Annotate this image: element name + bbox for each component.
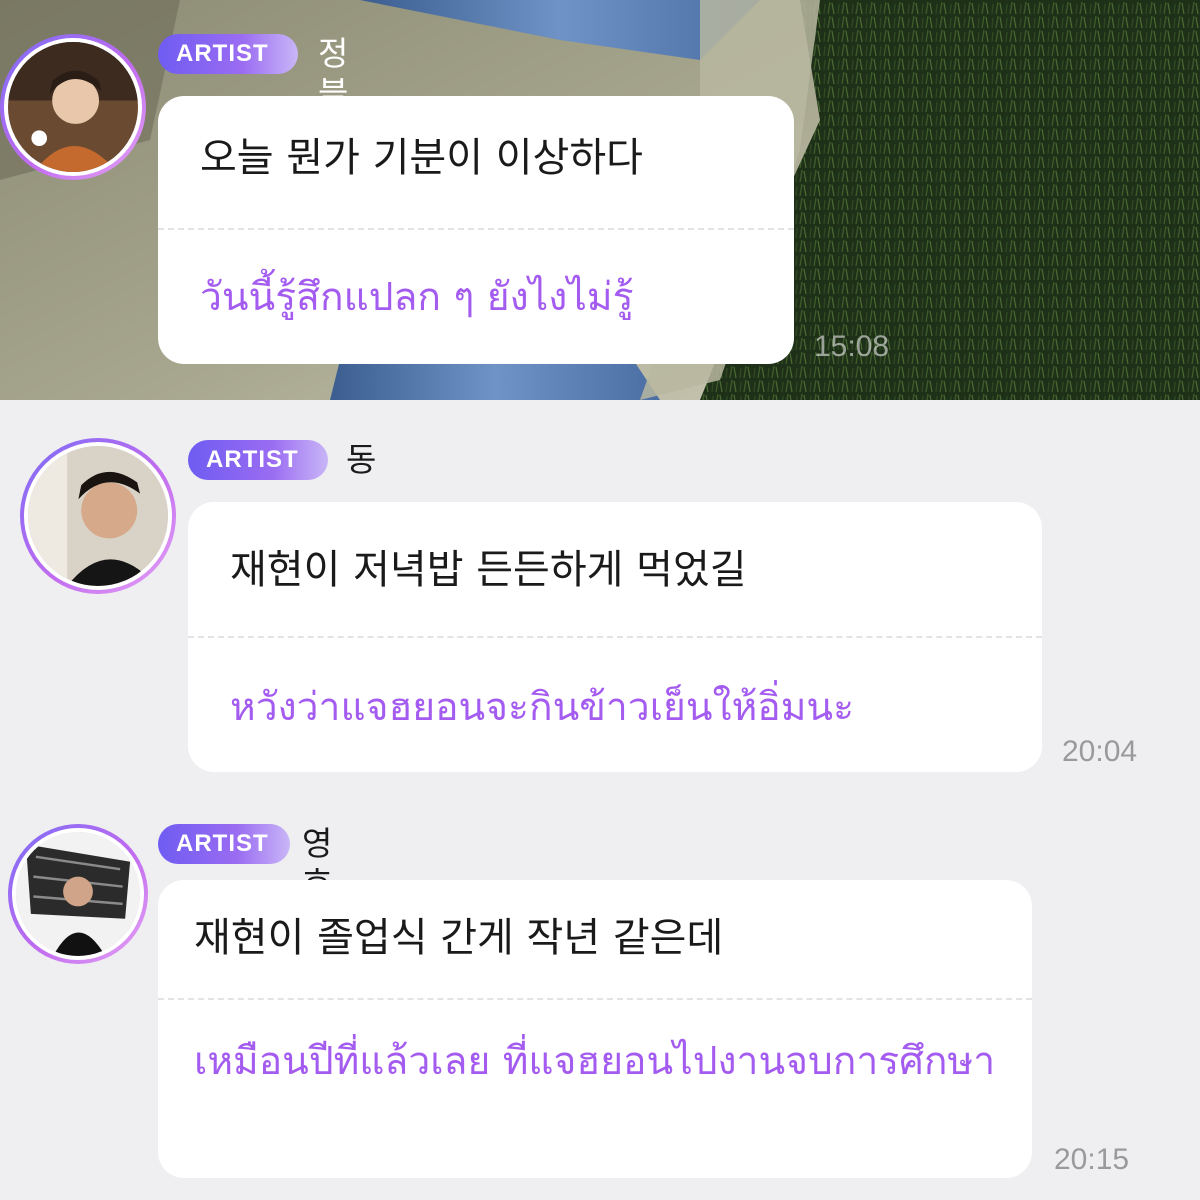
profile-photo-icon	[4, 38, 142, 176]
translated-message-text: หวังว่าแจฮยอนจะกินข้าวเย็นให้อิ่มนะ	[230, 685, 855, 730]
profile-photo-icon	[12, 828, 144, 960]
message-timestamp: 20:04	[1062, 735, 1138, 768]
message-timestamp: 15:08	[814, 330, 890, 363]
original-message-text: 재현이 졸업식 간게 작년 같은데	[194, 915, 724, 961]
sender-avatar[interactable]	[8, 824, 148, 964]
translated-message-text: เหมือนปีที่แล้วเลย ที่แจฮยอนไปงานจบการศึ…	[194, 1039, 996, 1084]
translation-divider	[158, 228, 794, 230]
artist-badge: ARTIST	[158, 34, 298, 74]
message-timestamp: 20:15	[1054, 1143, 1130, 1176]
message-bubble[interactable]: 오늘 뭔가 기분이 이상하다 วันนี้รู้สึกแปลก ๆ ยังไงไ…	[158, 96, 794, 364]
original-message-text: 재현이 저녁밥 든든하게 먹었길	[230, 547, 747, 593]
translation-divider	[188, 636, 1042, 638]
sender-name[interactable]: 동	[346, 440, 376, 480]
original-message-text: 오늘 뭔가 기분이 이상하다	[200, 135, 643, 181]
artist-badge: ARTIST	[158, 824, 290, 864]
sender-avatar[interactable]	[0, 34, 146, 180]
message-bubble[interactable]: 재현이 저녁밥 든든하게 먹었길 หวังว่าแจฮยอนจะกินข้าวเ…	[188, 502, 1042, 772]
artist-badge: ARTIST	[188, 440, 328, 480]
chat-screenshot-collage: ARTIST 정블리 오늘 뭔가 기분이 이상하다 วันนี้รู้สึกแป…	[0, 0, 1200, 1200]
translated-message-text: วันนี้รู้สึกแปลก ๆ ยังไงไม่รู้	[200, 275, 634, 320]
translation-divider	[158, 998, 1032, 1000]
profile-photo-icon	[24, 442, 172, 590]
chat-panel-1: ARTIST 정블리 오늘 뭔가 기분이 이상하다 วันนี้รู้สึกแป…	[0, 0, 1200, 400]
sender-avatar[interactable]	[20, 438, 176, 594]
chat-panel-2: ARTIST 동 재현이 저녁밥 든든하게 먹었길 หวังว่าแจฮยอนจ…	[0, 400, 1200, 1200]
message-bubble[interactable]: 재현이 졸업식 간게 작년 같은데 เหมือนปีที่แล้วเลย ที่…	[158, 880, 1032, 1178]
